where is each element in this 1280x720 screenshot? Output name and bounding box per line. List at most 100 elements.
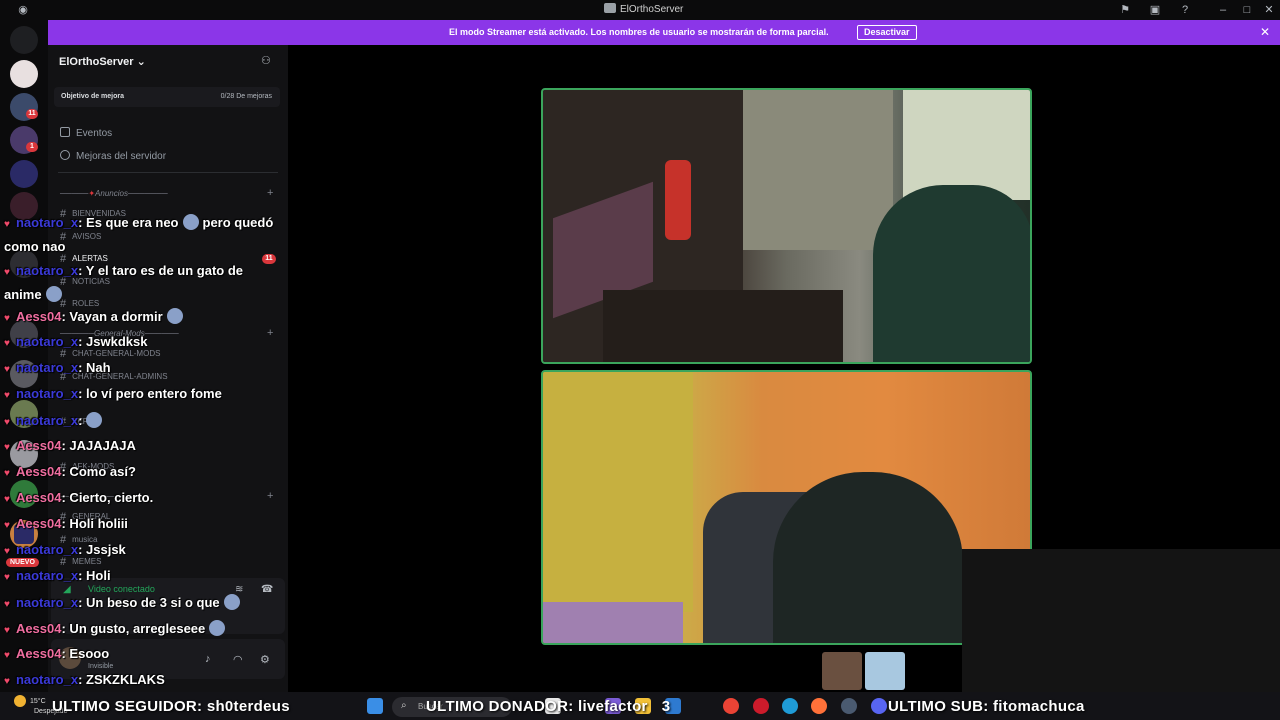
chat-username: Aess04 <box>15 309 62 324</box>
chat-username: naotaro_x <box>15 672 79 687</box>
help-icon[interactable]: ? <box>1178 3 1192 17</box>
streamer-mode-banner: El modo Streamer está activado. Los nomb… <box>48 20 1280 45</box>
chat-message: ♥ Aess04: Holi holiii <box>4 516 128 531</box>
steam-icon[interactable] <box>841 698 857 714</box>
heart-icon: ♥ <box>4 572 10 583</box>
heart-icon: ♥ <box>4 364 10 375</box>
sun-icon <box>14 695 26 707</box>
search-icon: ⌕ <box>401 700 407 711</box>
category-anuncios[interactable]: ─────✦Anuncios─────── <box>60 189 168 198</box>
chat-username: Aess04 <box>15 621 62 636</box>
direct-messages-icon[interactable] <box>10 26 38 54</box>
headphones-icon[interactable]: ◠ <box>233 653 243 666</box>
chat-message: ♥ Aess04: Un gusto, arregleseee <box>4 620 226 636</box>
chat-text: : Un gusto, arregleseee <box>61 621 206 636</box>
boost-icon <box>60 150 70 160</box>
heart-icon: ♥ <box>4 338 10 349</box>
discord-icon[interactable]: ◉ <box>16 3 30 17</box>
app-window: ◉ ElOrthoServer ⚑ ▣ ? – □ ✕ El modo Stre… <box>0 0 1280 720</box>
chat-username: naotaro_x <box>15 542 79 557</box>
add-channel-icon[interactable]: + <box>267 490 273 502</box>
chat-message: ♥ Aess04: JAJAJAJA <box>4 438 136 453</box>
weather-temp: 15°C <box>30 697 46 705</box>
heart-icon: ♥ <box>4 390 10 401</box>
participant-thumbnail[interactable] <box>822 652 862 690</box>
monitor-icon[interactable]: ▣ <box>1148 3 1162 17</box>
chat-message: ♥ naotaro_x: lo ví pero entero fome <box>4 386 222 401</box>
participant-thumbnail[interactable] <box>865 652 905 690</box>
server-badge: 11 <box>26 109 38 119</box>
title-bar: ◉ ElOrthoServer ⚑ ▣ ? – □ ✕ <box>0 0 1280 20</box>
inbox-icon[interactable]: ⚑ <box>1118 3 1132 17</box>
channel-chat-general-mods[interactable]: # chat-general-mods <box>60 348 160 360</box>
add-channel-icon[interactable]: + <box>267 327 273 339</box>
channel-memes[interactable]: # memes <box>60 556 101 568</box>
window-title: ElOrthoServer <box>604 3 683 15</box>
heart-icon: ♥ <box>4 676 10 687</box>
emote-icon <box>45 286 62 302</box>
banner-close-icon[interactable]: ✕ <box>1260 25 1270 39</box>
chat-username: Aess04 <box>15 438 62 453</box>
deactivate-button[interactable]: Desactivar <box>857 25 917 40</box>
server-logo-icon <box>604 3 616 13</box>
microphone-icon[interactable]: ♪ <box>205 653 211 665</box>
add-channel-icon[interactable]: + <box>267 187 273 199</box>
boost-goal-value: 0/28 De mejoras <box>220 93 272 100</box>
invite-people-icon[interactable]: ⚇ <box>261 54 271 67</box>
chat-username: Aess04 <box>15 490 62 505</box>
minimize-icon[interactable]: – <box>1216 3 1230 17</box>
emote-icon <box>182 214 199 230</box>
events-link[interactable]: Eventos <box>60 127 112 139</box>
chat-text: : Un beso de 3 si o que <box>78 595 220 610</box>
chat-username: Aess04 <box>15 464 62 479</box>
heart-icon: ♥ <box>4 520 10 531</box>
heart-icon: ♥ <box>4 313 10 324</box>
disconnect-icon[interactable]: ☎ <box>261 584 273 595</box>
calendar-icon <box>60 127 70 137</box>
heart-icon: ♥ <box>4 546 10 557</box>
chat-message: ♥ Aess04: Esooo <box>4 646 109 661</box>
chat-text: : Como así? <box>61 464 136 479</box>
taskbar: 15°C Despejado ⌕ Buscar ULTIMO SEGUIDOR: s… <box>0 692 1280 720</box>
chat-message: ♥ naotaro_x: Holi <box>4 568 111 583</box>
chat-username: naotaro_x <box>15 386 79 401</box>
maximize-icon[interactable]: □ <box>1240 3 1254 17</box>
chat-username: naotaro_x <box>15 595 79 610</box>
server-icon-avatar[interactable] <box>10 60 38 88</box>
chat-message: ♥ naotaro_x: Jssjsk <box>4 542 126 557</box>
microphone <box>665 160 691 240</box>
windows-start-icon[interactable] <box>367 698 383 714</box>
heart-icon: ♥ <box>4 494 10 505</box>
opera-icon[interactable] <box>753 698 769 714</box>
last-sub-ticker: ULTIMO SUB: fitomachuca <box>888 698 1085 715</box>
server-name-header[interactable]: ElOrthoServer ⌄ <box>59 55 146 68</box>
chat-text: : JAJAJAJA <box>61 438 136 453</box>
server-folder-icon[interactable] <box>10 160 38 188</box>
chat-username: naotaro_x <box>15 413 79 428</box>
chat-message: ♥ Aess04: Cierto, cierto. <box>4 490 153 505</box>
chrome-icon[interactable] <box>723 698 739 714</box>
chat-username: Aess04 <box>15 646 62 661</box>
category-label: Anuncios <box>95 189 128 198</box>
chat-username: naotaro_x <box>15 360 79 375</box>
chat-username: naotaro_x <box>15 334 79 349</box>
edge-icon[interactable] <box>782 698 798 714</box>
user-status: Invisible <box>88 663 114 670</box>
window-frame <box>743 90 893 250</box>
heart-icon: ♥ <box>4 599 10 610</box>
emote-icon <box>223 594 240 610</box>
firefox-icon[interactable] <box>811 698 827 714</box>
last-follower-ticker: ULTIMO SEGUIDOR: sh0terdeus <box>52 698 290 715</box>
chat-message: ♥ naotaro_x: <box>4 412 103 428</box>
video-tile-two[interactable] <box>541 370 1032 645</box>
settings-gear-icon[interactable]: ⚙ <box>260 653 270 666</box>
last-donor-text: ULTIMO DONADOR: livefactor <box>426 698 648 715</box>
chat-text: : Cierto, cierto. <box>61 490 154 505</box>
channel-label: chat-general-mods <box>72 349 161 358</box>
boost-goal[interactable]: Objetivo de mejora 0/28 De mejoras <box>54 87 280 107</box>
heart-icon: ♥ <box>4 267 10 278</box>
close-icon[interactable]: ✕ <box>1262 3 1276 17</box>
discord-taskbar-icon[interactable] <box>871 698 887 714</box>
video-tile-one[interactable] <box>541 88 1032 364</box>
server-boosts-link[interactable]: Mejoras del servidor <box>60 150 166 162</box>
